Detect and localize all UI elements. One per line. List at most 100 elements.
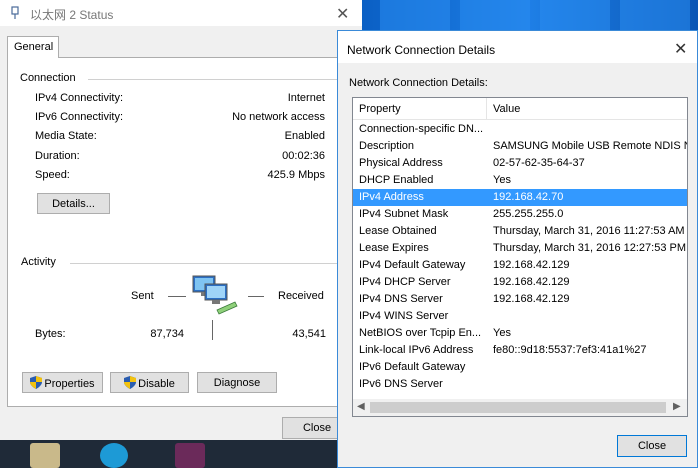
- tab-general[interactable]: General: [7, 36, 59, 58]
- table-row[interactable]: NetBIOS over Tcpip En... Yes: [353, 325, 687, 342]
- column-header-value[interactable]: Value: [493, 103, 520, 115]
- general-tab-panel: Connection IPv4 Connectivity: Internet I…: [7, 57, 353, 407]
- row-property: Lease Expires: [359, 242, 429, 254]
- ipv4-connectivity-value: Internet: [287, 92, 325, 104]
- details-window-titlebar[interactable]: Network Connection Details ✕: [338, 31, 697, 63]
- details-list[interactable]: Property Value Connection-specific DN...…: [352, 97, 688, 417]
- details-window: Network Connection Details ✕ Network Con…: [337, 30, 698, 468]
- table-row[interactable]: IPv4 WINS Server: [353, 308, 687, 325]
- row-value: 192.168.42.70: [493, 191, 564, 203]
- table-row[interactable]: IPv4 Subnet Mask 255.255.255.0: [353, 206, 687, 223]
- close-icon[interactable]: ✕: [336, 4, 349, 24]
- taskbar-app-icon[interactable]: [30, 443, 60, 468]
- list-header: Property Value: [353, 98, 687, 120]
- row-property: NetBIOS over Tcpip En...: [359, 327, 482, 339]
- table-row[interactable]: Physical Address 02-57-62-35-64-37: [353, 155, 687, 172]
- table-row[interactable]: DHCP Enabled Yes: [353, 172, 687, 189]
- row-value: 192.168.42.129: [493, 259, 570, 271]
- disable-button-label: Disable: [138, 377, 175, 390]
- uac-shield-icon: [30, 375, 43, 389]
- scroll-right-icon[interactable]: ▶: [673, 401, 681, 412]
- details-window-title: Network Connection Details: [347, 43, 496, 57]
- group-divider: [70, 263, 338, 264]
- network-adapter-icon: [11, 6, 19, 19]
- row-value: Thursday, March 31, 2016 11:27:53 AM: [493, 225, 685, 237]
- properties-button[interactable]: Properties: [22, 372, 103, 393]
- skype-icon[interactable]: [100, 443, 128, 468]
- media-state-value: Enabled: [284, 130, 325, 142]
- diagnose-button[interactable]: Diagnose: [197, 372, 277, 393]
- row-value: 02-57-62-35-64-37: [493, 157, 585, 169]
- row-property: Lease Obtained: [359, 225, 437, 237]
- winrar-icon[interactable]: [175, 443, 205, 468]
- table-row[interactable]: IPv4 DHCP Server 192.168.42.129: [353, 274, 687, 291]
- details-close-button[interactable]: Close: [617, 435, 687, 457]
- column-separator[interactable]: [486, 98, 487, 120]
- speed-label: Speed:: [35, 169, 70, 181]
- status-window-body: General Connection IPv4 Connectivity: In…: [0, 26, 362, 440]
- row-property: IPv6 DNS Server: [359, 378, 443, 390]
- status-window-titlebar[interactable]: 以太网 2 Status ✕: [0, 0, 362, 26]
- duration-label: Duration:: [35, 150, 80, 162]
- row-value: SAMSUNG Mobile USB Remote NDIS Ne: [493, 140, 687, 152]
- connection-group-label: Connection: [20, 72, 76, 84]
- row-value: 192.168.42.129: [493, 293, 570, 305]
- details-button[interactable]: Details...: [37, 193, 110, 214]
- ipv6-connectivity-value: No network access: [232, 111, 325, 123]
- row-property: DHCP Enabled: [359, 174, 434, 186]
- network-computers-icon: [192, 275, 238, 315]
- row-property: Link-local IPv6 Address: [359, 344, 474, 356]
- table-row[interactable]: Lease Expires Thursday, March 31, 2016 12…: [353, 240, 687, 257]
- row-property: IPv4 DNS Server: [359, 293, 443, 305]
- table-row[interactable]: Link-local IPv6 Address fe80::9d18:5537:7…: [353, 342, 687, 359]
- properties-button-label: Properties: [44, 377, 95, 390]
- activity-separator: [212, 320, 213, 340]
- group-divider: [88, 79, 338, 80]
- table-row[interactable]: Lease Obtained Thursday, March 31, 2016 1…: [353, 223, 687, 240]
- row-property: Physical Address: [359, 157, 443, 169]
- received-line: [248, 296, 264, 297]
- horizontal-scrollbar[interactable]: ◀ ▶: [353, 399, 687, 416]
- disable-button[interactable]: Disable: [110, 372, 189, 393]
- row-property: IPv4 DHCP Server: [359, 276, 451, 288]
- scrollbar-thumb[interactable]: [370, 402, 666, 413]
- sent-line: [168, 296, 186, 297]
- scroll-left-icon[interactable]: ◀: [357, 401, 365, 412]
- row-property: IPv4 Subnet Mask: [359, 208, 449, 220]
- row-property: Connection-specific DN...: [359, 123, 484, 135]
- speed-value: 425.9 Mbps: [267, 169, 325, 181]
- column-header-property[interactable]: Property: [359, 103, 401, 115]
- row-property: IPv4 WINS Server: [359, 310, 449, 322]
- table-row[interactable]: IPv6 DNS Server: [353, 376, 687, 393]
- row-value: Yes: [493, 174, 511, 186]
- table-row[interactable]: IPv6 Default Gateway: [353, 359, 687, 376]
- row-property: IPv4 Address: [359, 191, 424, 203]
- bytes-label: Bytes:: [35, 328, 66, 340]
- table-row[interactable]: IPv4 Address 192.168.42.70: [353, 189, 687, 206]
- details-caption: Network Connection Details:: [349, 77, 488, 89]
- table-row[interactable]: Description SAMSUNG Mobile USB Remote NDI…: [353, 138, 687, 155]
- row-value: 192.168.42.129: [493, 276, 570, 288]
- media-state-label: Media State:: [35, 130, 97, 142]
- row-value: 255.255.255.0: [493, 208, 564, 220]
- status-window: 以太网 2 Status ✕ General Connection IPv4 C…: [0, 0, 362, 440]
- close-icon[interactable]: ✕: [674, 39, 687, 59]
- ipv4-connectivity-label: IPv4 Connectivity:: [35, 92, 124, 104]
- row-value: Thursday, March 31, 2016 12:27:53 PM: [493, 242, 687, 254]
- row-value: Yes: [493, 327, 511, 339]
- table-row[interactable]: Connection-specific DN...: [353, 121, 687, 138]
- row-property: IPv4 Default Gateway: [359, 259, 466, 271]
- sent-label: Sent: [131, 290, 154, 302]
- taskbar: [0, 440, 360, 468]
- bytes-received-value: 43,541: [292, 328, 326, 340]
- duration-value: 00:02:36: [282, 150, 325, 162]
- row-property: IPv6 Default Gateway: [359, 361, 466, 373]
- received-label: Received: [278, 290, 324, 302]
- row-property: Description: [359, 140, 415, 152]
- table-row[interactable]: IPv4 DNS Server 192.168.42.129: [353, 291, 687, 308]
- row-value: fe80::9d18:5537:7ef3:41a1%27: [493, 344, 647, 356]
- table-row[interactable]: IPv4 Default Gateway 192.168.42.129: [353, 257, 687, 274]
- activity-group-label: Activity: [21, 256, 56, 268]
- ipv6-connectivity-label: IPv6 Connectivity:: [35, 111, 124, 123]
- uac-shield-icon: [124, 375, 137, 389]
